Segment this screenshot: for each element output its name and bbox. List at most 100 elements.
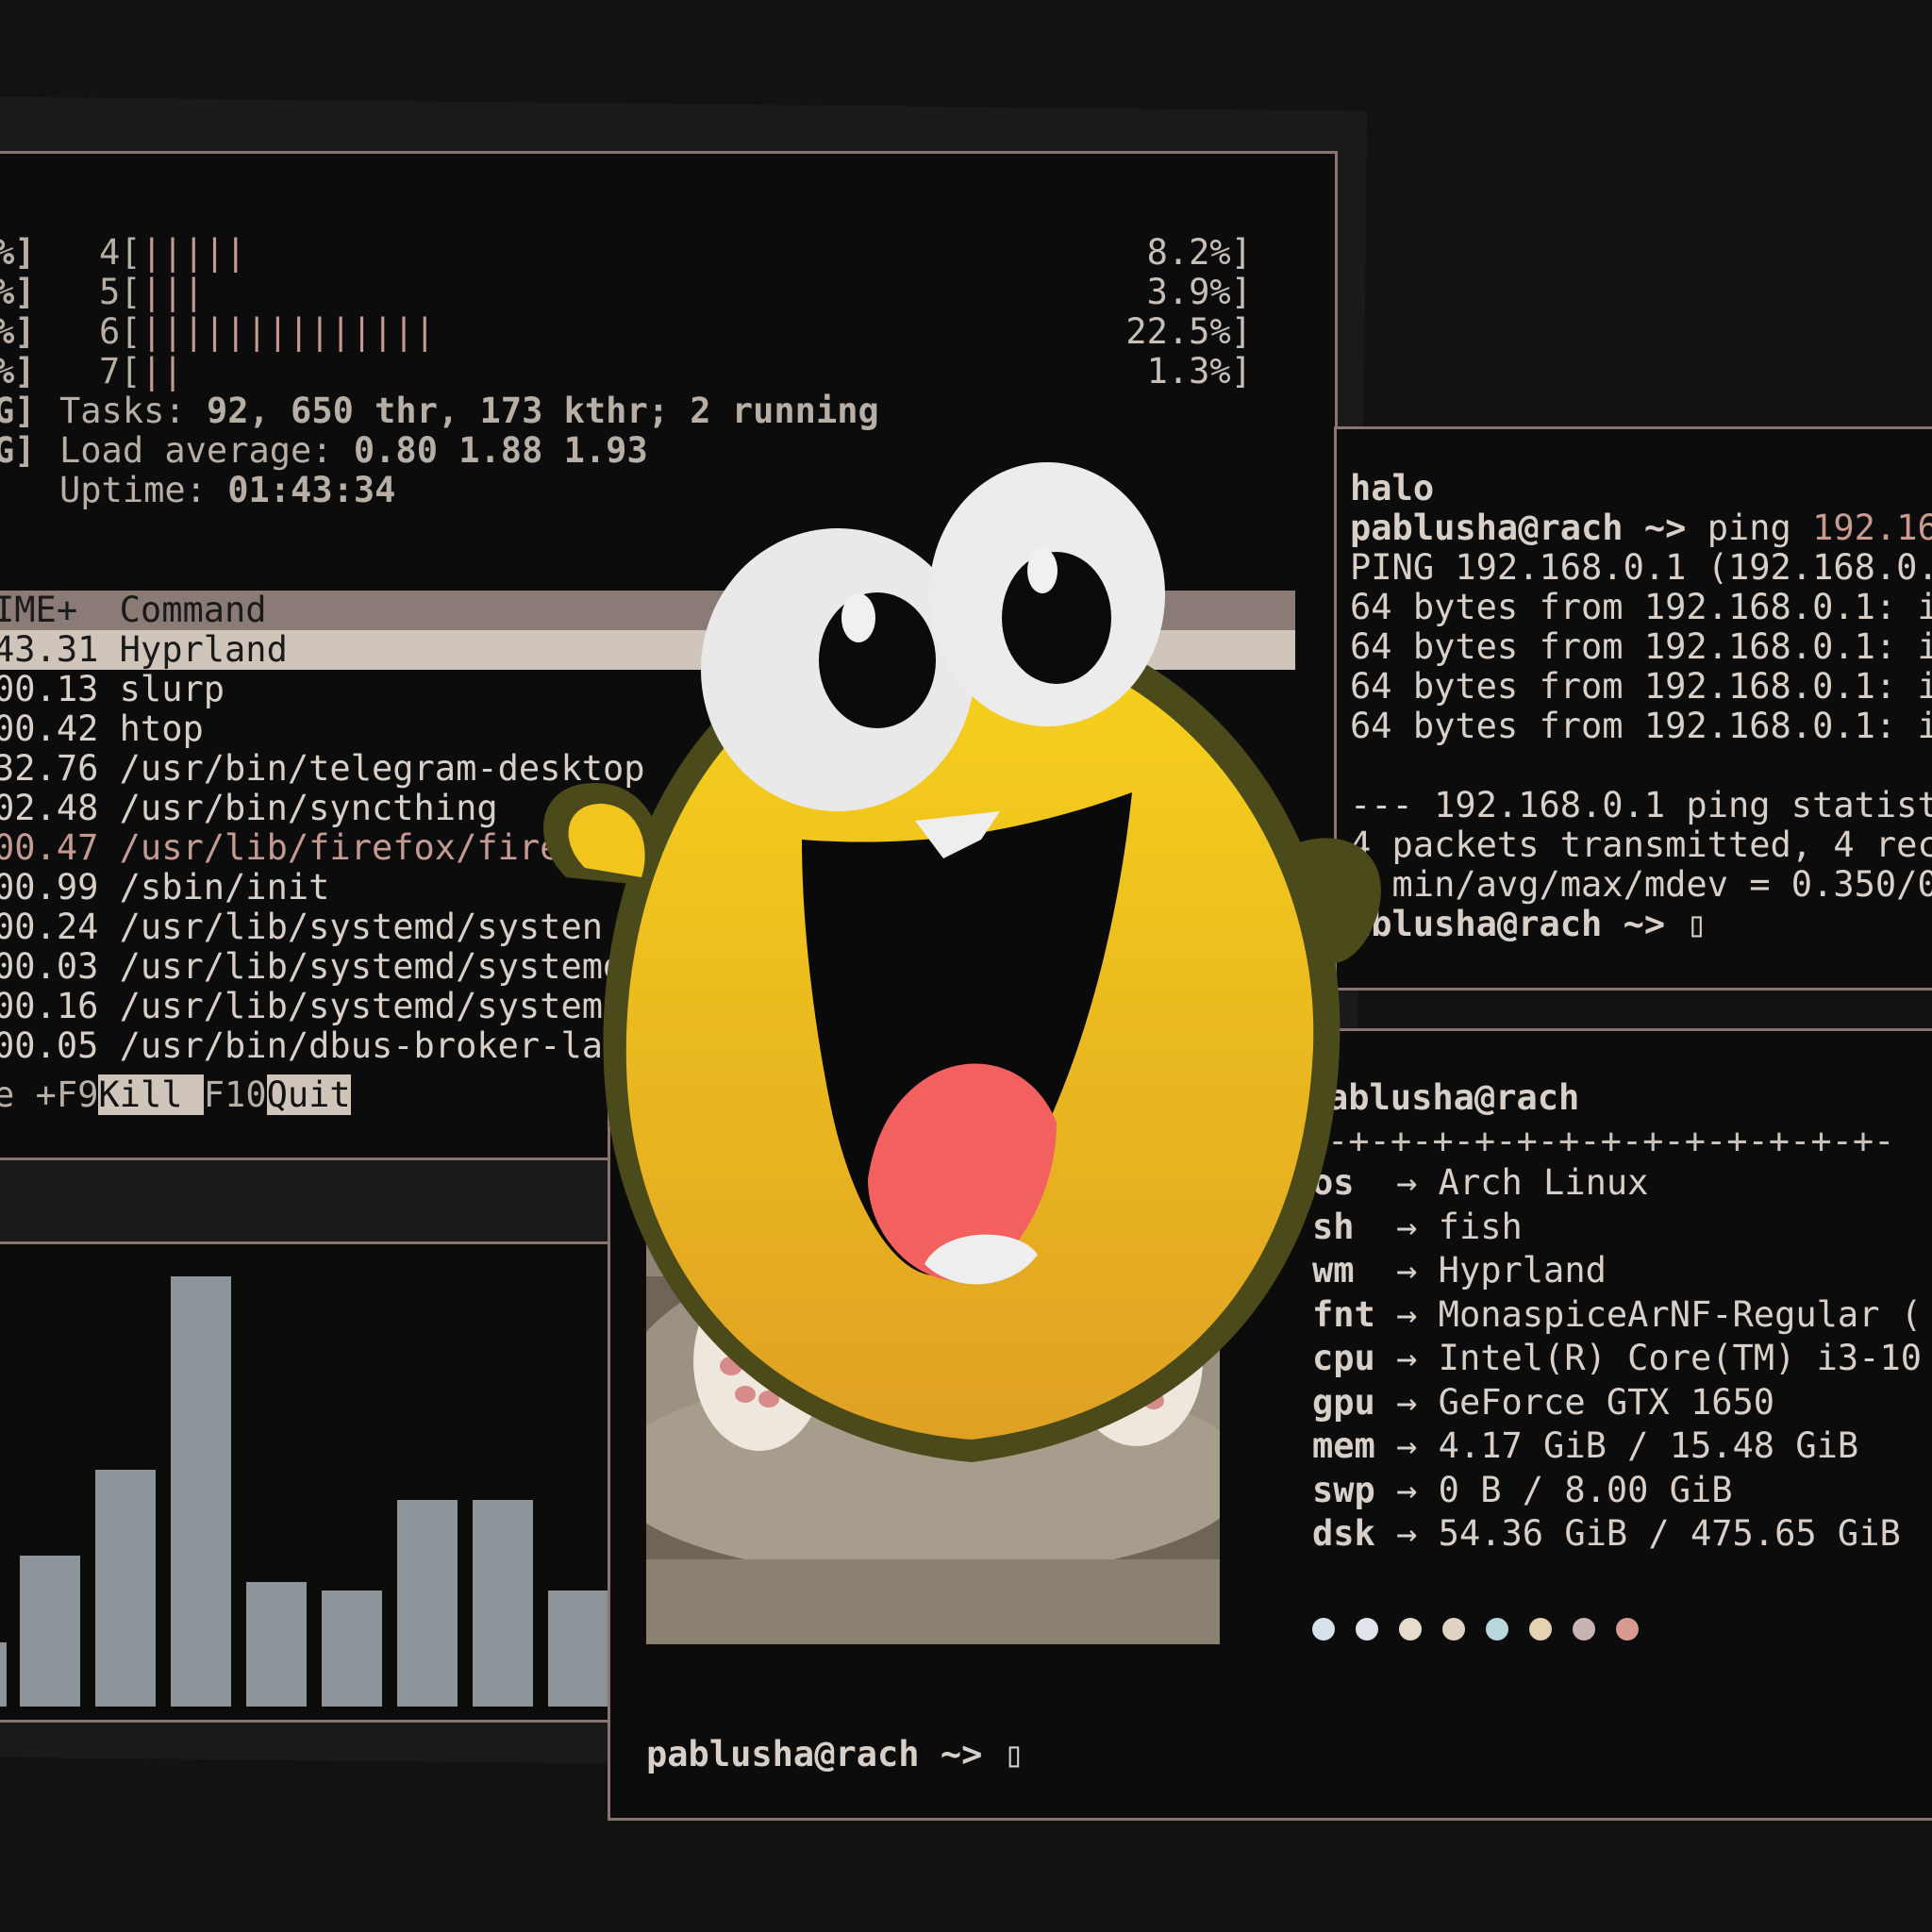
tasks-line: Tasks: 92, 650 thr, 173 kthr; 2 running: [59, 391, 879, 431]
fetch-key: dsk: [1312, 1513, 1397, 1554]
fetch-value: 0 B / 8.00 GiB: [1438, 1469, 1733, 1510]
process-time: 00.99: [0, 867, 120, 908]
process-row[interactable]: 00.47 /usr/lib/firefox/firef: [0, 828, 582, 868]
ping-stats-0: --- 192.168.0.1 ping statistic: [1350, 785, 1932, 825]
process-time: 43.31: [0, 629, 120, 670]
process-command: slurp: [119, 669, 225, 709]
ping-stats-1: 4 packets transmitted, 4 recei: [1350, 824, 1932, 865]
meter-edge-5: G]: [0, 430, 36, 471]
meter-edge-3: %]: [0, 351, 36, 391]
visualizer-bar: [20, 1556, 80, 1707]
bottom-prompt[interactable]: pablusha@rach ~> ▯: [646, 1735, 1024, 1774]
ping-cmd: ping: [1707, 508, 1791, 548]
palette-dot: [1573, 1618, 1595, 1641]
palette-dot: [1616, 1618, 1639, 1641]
ping-out-3: 64 bytes from 192.168.0.1: icm: [1350, 666, 1932, 707]
load-label: Load average:: [59, 430, 333, 471]
footer-edge: e +: [0, 1074, 57, 1115]
process-row[interactable]: 00.13 slurp: [0, 670, 225, 709]
process-row[interactable]: 00.24 /usr/lib/systemd/systen: [0, 908, 603, 947]
meter-edge-4: G]: [0, 391, 36, 431]
palette-dot: [1312, 1618, 1335, 1641]
f9-key[interactable]: F9: [57, 1074, 99, 1115]
f10-key[interactable]: F10: [204, 1074, 267, 1115]
fetch-row: dsk → 54.36 GiB / 475.65 GiB: [1312, 1514, 1901, 1554]
process-command: Hyprland: [119, 629, 288, 670]
visualizer-bar: [171, 1276, 231, 1707]
tasks-label: Tasks:: [59, 391, 186, 431]
ping-out-1: 64 bytes from 192.168.0.1: icm: [1350, 587, 1932, 627]
process-row[interactable]: 02.48 /usr/bin/syncthing: [0, 789, 498, 828]
process-time: 00.47: [0, 827, 120, 868]
cpu-bars: ||: [141, 351, 184, 391]
process-time: 00.13: [0, 669, 120, 709]
cpu-bars: |||||: [141, 232, 246, 273]
ping-out-0: PING 192.168.0.1 (192.168.0.1): [1350, 547, 1932, 588]
fetch-value: Hyprland: [1438, 1250, 1607, 1291]
uptime-value: 01:43:34: [227, 470, 396, 510]
uptime-label: Uptime:: [59, 470, 207, 510]
meter-edge-0: %]: [0, 232, 36, 273]
ping-out-2: 64 bytes from 192.168.0.1: icm: [1350, 626, 1932, 667]
process-time: 00.16: [0, 986, 120, 1026]
cpu-meter-5: 5[|||: [99, 272, 205, 312]
palette-dot: [1356, 1618, 1378, 1641]
process-command: /usr/bin/syncthing: [119, 788, 498, 828]
process-time: 00.24: [0, 907, 120, 947]
visualizer-bar: [0, 1642, 7, 1707]
visualizer-bar: [548, 1591, 608, 1707]
process-command: /sbin/init: [119, 867, 330, 908]
uptime-line: Uptime: 01:43:34: [59, 471, 395, 510]
cpu-bars: ||||||||||||||: [141, 311, 436, 352]
quit-button[interactable]: Quit: [266, 1074, 351, 1115]
arrow-icon: →: [1396, 1513, 1439, 1554]
meter-edge-1: %]: [0, 272, 36, 312]
process-time: 00.03: [0, 946, 120, 987]
fetch-value: GeForce GTX 1650: [1438, 1381, 1775, 1423]
cpu-id: 7: [99, 351, 121, 391]
cpu-id: 5: [99, 272, 121, 312]
tasks-value: 92, 650 thr, 173 kthr; 2 running: [206, 391, 879, 431]
yellow-blob-mascot: [543, 462, 1381, 1462]
process-command: /usr/lib/firefox/firef: [119, 827, 582, 868]
visualizer-bar: [397, 1500, 458, 1707]
fetch-value: MonaspiceArNF-Regular (: [1438, 1293, 1923, 1335]
process-row-selected[interactable]: 43.31 Hyprland: [0, 630, 288, 670]
cpu-meter-7: 7[||: [99, 351, 184, 391]
fetch-value: fish: [1438, 1206, 1523, 1247]
visualizer-bar: [246, 1582, 307, 1707]
cpu-pct-7: 1.3%]: [1146, 351, 1252, 391]
process-time: 00.05: [0, 1025, 120, 1066]
ping-window[interactable]: halo pablusha@rach ~> ping 192.168. PING…: [1334, 426, 1932, 991]
process-row[interactable]: 00.42 htop: [0, 709, 204, 749]
fetch-value: Arch Linux: [1438, 1162, 1649, 1203]
process-command: htop: [119, 708, 204, 749]
process-header[interactable]: IME+ Command: [0, 591, 267, 630]
ping-out-4: 64 bytes from 192.168.0.1: icm: [1350, 706, 1932, 746]
ping-arg: 192.168.: [1812, 508, 1932, 548]
fetch-value: 54.36 GiB / 475.65 GiB: [1438, 1513, 1901, 1554]
process-time: 02.48: [0, 788, 120, 828]
cpu-meter-4: 4[|||||: [99, 232, 246, 273]
process-time: 32.76: [0, 748, 120, 789]
meter-edge-2: %]: [0, 311, 36, 352]
cpu-id: 4: [99, 232, 121, 273]
palette-dot: [1442, 1618, 1465, 1641]
process-row[interactable]: 00.99 /sbin/init: [0, 868, 329, 908]
fetch-value: 4.17 GiB / 15.48 GiB: [1438, 1425, 1859, 1466]
cpu-pct-4: 8.2%]: [1146, 232, 1252, 273]
cpu-pct-5: 3.9%]: [1146, 272, 1252, 312]
visualizer-bar: [473, 1500, 533, 1707]
cpu-pct-6: 22.5%]: [1125, 311, 1252, 352]
visualizer-bar: [322, 1591, 382, 1707]
cpu-bars: |||: [141, 272, 205, 312]
cpu-meter-6: 6[||||||||||||||: [99, 311, 436, 352]
cpu-id: 6: [99, 311, 121, 352]
ping-command-line: pablusha@rach ~> ping 192.168.: [1350, 508, 1932, 548]
kill-button[interactable]: Kill: [98, 1074, 204, 1115]
fetch-value: Intel(R) Core(TM) i3-10: [1438, 1338, 1923, 1378]
visualizer-bar: [95, 1470, 156, 1707]
ping-stats-2: t min/avg/max/mdev = 0.350/0: [1350, 864, 1932, 905]
palette-dot: [1486, 1618, 1508, 1641]
process-time: 00.42: [0, 708, 120, 749]
